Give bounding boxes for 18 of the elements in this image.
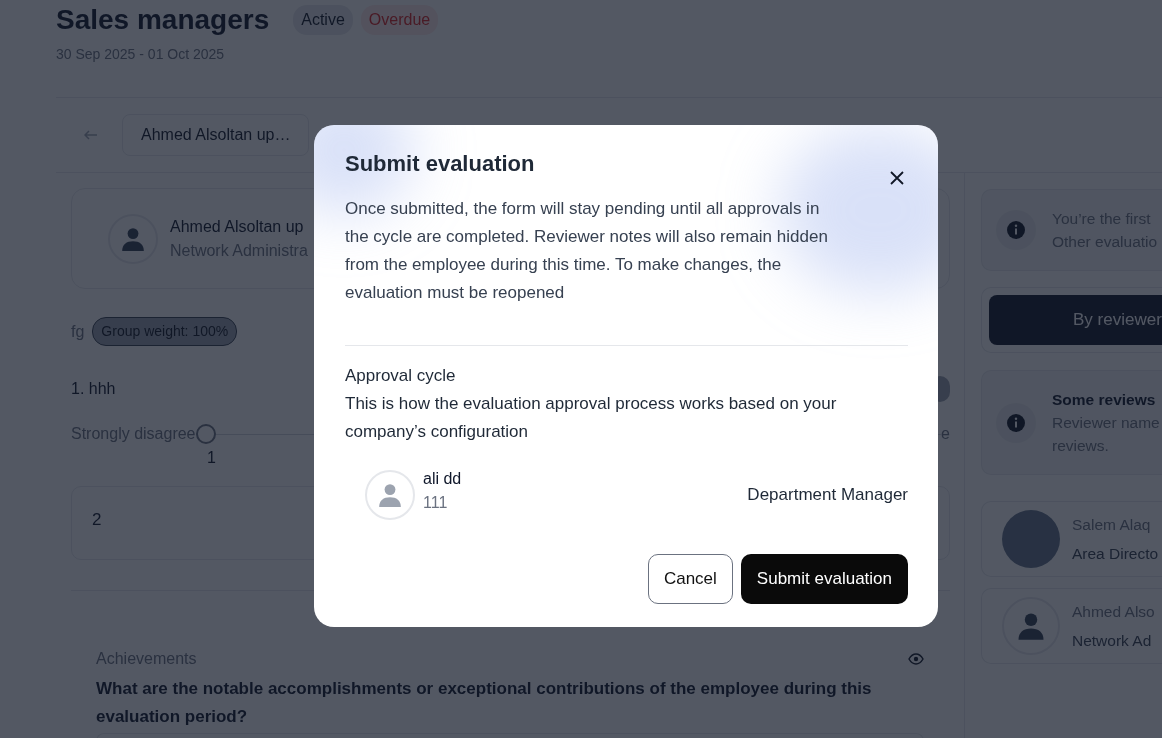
employee-name: Ahmed Alsoltan up bbox=[170, 216, 305, 237]
modal-description: Once submitted, the form will stay pending until all approvals in the cycle are completed. Reviewer notes will also remain hidden from the employee during this time. To make changes, the evaluation must be reopened bbox=[345, 198, 829, 304]
reviewer-role: Area Directo bbox=[1072, 544, 1159, 564]
submit-button[interactable]: Submit evaluation bbox=[740, 554, 908, 604]
section-title: Approval cycle bbox=[345, 365, 457, 387]
reviewer-role: Network Ad bbox=[1072, 631, 1153, 651]
section-description: This is how the evaluation approval process works based on your company’s configuration bbox=[345, 393, 838, 443]
question-title: 1. hhh bbox=[71, 379, 116, 399]
person-icon bbox=[377, 482, 403, 508]
notice-title: Some reviews bbox=[1052, 389, 1157, 410]
modal-title: Submit evaluation bbox=[345, 151, 535, 178]
approver-role: Department Manager bbox=[747, 484, 908, 507]
cancel-button[interactable]: Cancel bbox=[647, 554, 733, 604]
page-title: Sales managers bbox=[56, 3, 270, 37]
question-text: What are the notable accomplishments or exceptional contributions of the employee during this evaluation period? bbox=[96, 678, 873, 728]
approver-id: 111 bbox=[423, 493, 449, 513]
scale-point-label: 1 bbox=[207, 448, 216, 468]
approver-name: ali dd bbox=[423, 469, 462, 489]
